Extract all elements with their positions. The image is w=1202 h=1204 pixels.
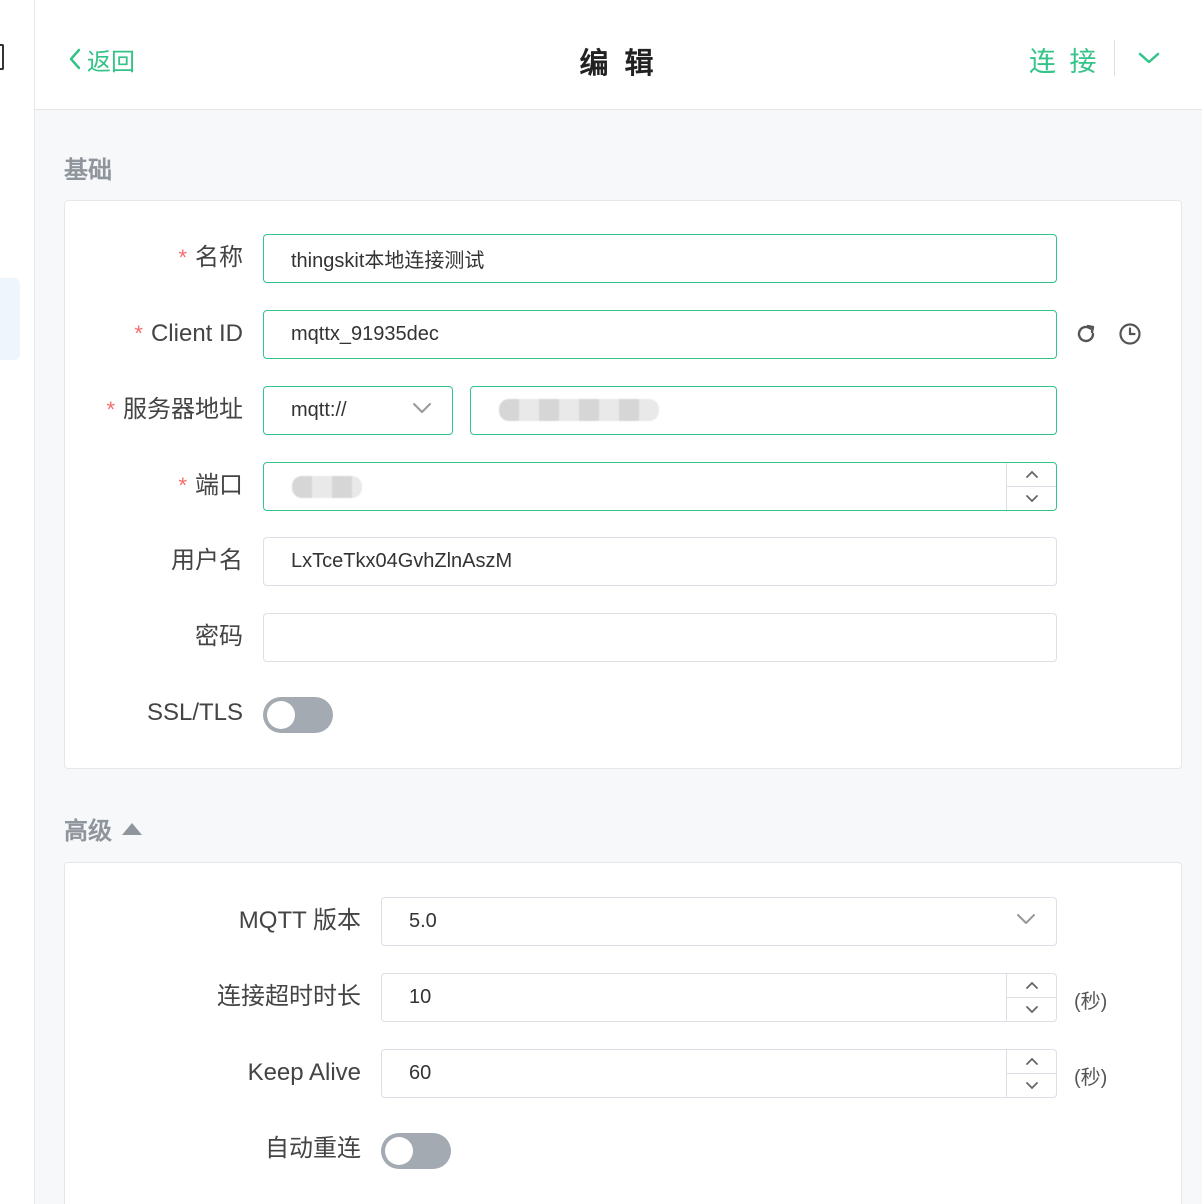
client-id-history-button[interactable] <box>1116 320 1144 348</box>
chevron-down-icon <box>413 403 431 413</box>
redacted-host <box>499 399 659 421</box>
client-id-label: * Client ID <box>134 310 243 358</box>
basic-section-title: 基础 <box>64 150 112 185</box>
port-label: * 端口 <box>178 462 243 510</box>
connect-timeout-stepper <box>1006 974 1056 1021</box>
name-label-text: 名称 <box>195 244 243 271</box>
username-value: LxTceTkx04GvhZlnAszM <box>291 550 513 572</box>
header-divider <box>1114 40 1115 76</box>
mqtt-version-label: MQTT 版本 <box>238 907 361 934</box>
mqtt-version-select[interactable]: 5.0 <box>381 897 1057 946</box>
connect-timeout-decrement-button[interactable] <box>1007 997 1056 1021</box>
sidebar <box>0 0 35 1204</box>
keep-alive-increment-button[interactable] <box>1007 1050 1056 1073</box>
sidebar-icon-fragment <box>0 44 4 70</box>
toggle-knob <box>385 1137 413 1165</box>
required-mark: * <box>178 473 187 498</box>
connect-timeout-input[interactable]: 10 <box>381 973 1057 1022</box>
connect-timeout-value: 10 <box>409 986 432 1008</box>
client-id-input[interactable]: mqttx_91935dec <box>263 310 1057 359</box>
chevron-up-icon <box>1025 470 1038 478</box>
redacted-port <box>292 476 362 498</box>
header: 返回 编 辑 连 接 <box>35 0 1202 110</box>
connect-button[interactable]: 连 接 <box>1029 40 1100 79</box>
name-label: * 名称 <box>178 234 243 282</box>
server-label: * 服务器地址 <box>106 386 243 434</box>
chevron-down-icon <box>1025 1082 1038 1090</box>
required-mark: * <box>134 321 143 346</box>
advanced-section-title: 高级 <box>64 811 142 846</box>
connect-timeout-increment-button[interactable] <box>1007 974 1056 997</box>
protocol-select[interactable]: mqtt:// <box>263 386 453 435</box>
password-input[interactable] <box>263 613 1057 662</box>
chevron-down-icon <box>1138 52 1160 64</box>
collapse-caret-icon[interactable] <box>122 822 142 835</box>
ssl-label: SSL/TLS <box>146 699 243 726</box>
username-label: 用户名 <box>171 547 243 574</box>
page-title: 编 辑 <box>579 48 658 80</box>
advanced-section-label: 高级 <box>64 818 112 845</box>
basic-card: * 名称 thingskit本地连接测试 * Client ID mqttx_919… <box>64 200 1182 769</box>
chevron-up-icon <box>1025 1057 1038 1065</box>
clock-icon <box>1119 323 1141 345</box>
main-panel: 返回 编 辑 连 接 基础 * 名称 thingskit本地连接测试 * Clien… <box>35 0 1202 1204</box>
host-input[interactable] <box>470 386 1057 435</box>
keep-alive-decrement-button[interactable] <box>1007 1073 1056 1097</box>
port-decrement-button[interactable] <box>1007 486 1056 510</box>
server-label-text: 服务器地址 <box>123 396 243 423</box>
port-label-text: 端口 <box>195 472 243 499</box>
client-id-label-text: Client ID <box>150 320 243 347</box>
mqtt-version-value: 5.0 <box>409 910 437 932</box>
basic-section-label: 基础 <box>64 157 112 184</box>
auto-reconnect-label: 自动重连 <box>265 1135 361 1162</box>
port-increment-button[interactable] <box>1007 463 1056 486</box>
refresh-client-id-button[interactable] <box>1072 320 1100 348</box>
protocol-value: mqtt:// <box>291 399 347 421</box>
chevron-down-icon <box>1025 1006 1038 1014</box>
keep-alive-stepper <box>1006 1050 1056 1097</box>
refresh-icon <box>1077 324 1095 343</box>
ssl-toggle[interactable] <box>263 697 333 733</box>
connect-timeout-label: 连接超时时长 <box>217 983 361 1010</box>
advanced-card: MQTT 版本 5.0 连接超时时长 10 (秒) Keep Alive 60 … <box>64 862 1182 1204</box>
password-label: 密码 <box>195 623 243 650</box>
chevron-up-icon <box>1025 981 1038 989</box>
keep-alive-value: 60 <box>409 1062 432 1084</box>
name-value: thingskit本地连接测试 <box>291 250 485 272</box>
auto-reconnect-toggle[interactable] <box>381 1133 451 1169</box>
username-input[interactable]: LxTceTkx04GvhZlnAszM <box>263 537 1057 586</box>
chevron-down-icon <box>1025 495 1038 503</box>
sidebar-active-item[interactable] <box>0 278 20 360</box>
name-input[interactable]: thingskit本地连接测试 <box>263 234 1057 283</box>
more-options-button[interactable] <box>1135 44 1163 72</box>
keep-alive-input[interactable]: 60 <box>381 1049 1057 1098</box>
chevron-down-icon <box>1017 914 1035 924</box>
required-mark: * <box>178 245 187 270</box>
toggle-knob <box>267 701 295 729</box>
client-id-value: mqttx_91935dec <box>291 323 439 345</box>
connect-timeout-unit: (秒) <box>1074 991 1108 1013</box>
keep-alive-unit: (秒) <box>1074 1067 1108 1089</box>
port-input[interactable] <box>263 462 1057 511</box>
port-stepper <box>1006 463 1056 510</box>
keep-alive-label: Keep Alive <box>247 1059 361 1086</box>
required-mark: * <box>106 397 115 422</box>
